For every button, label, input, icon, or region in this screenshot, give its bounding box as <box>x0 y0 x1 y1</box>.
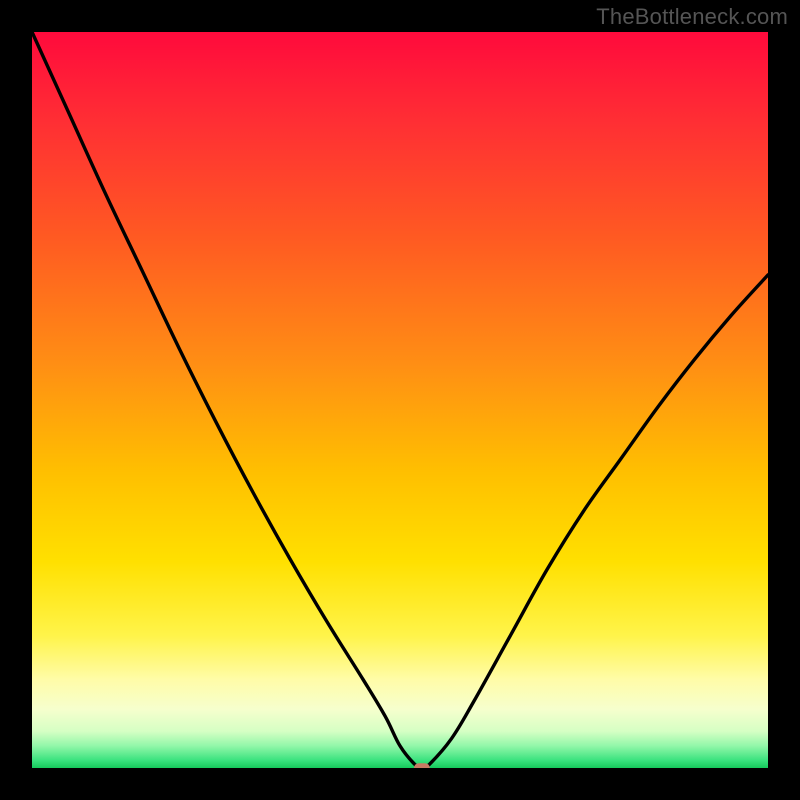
chart-frame: TheBottleneck.com <box>0 0 800 800</box>
plot-area <box>32 32 768 768</box>
watermark-text: TheBottleneck.com <box>596 4 788 30</box>
marker-dot <box>414 763 430 768</box>
line-series <box>32 32 768 768</box>
